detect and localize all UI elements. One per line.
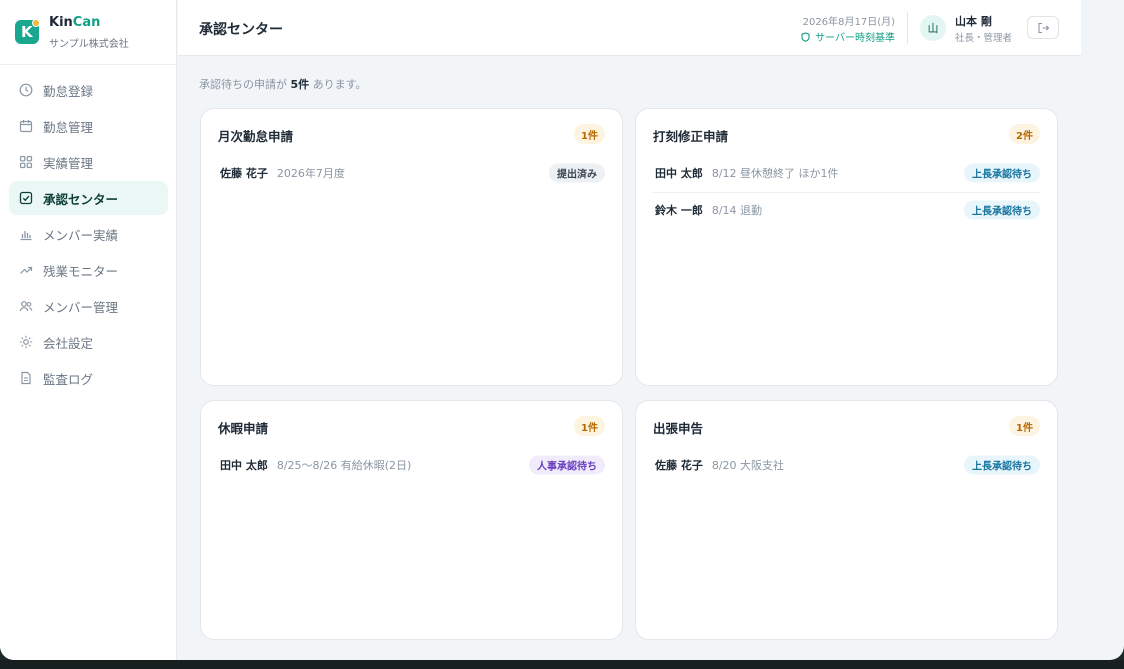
users-icon — [19, 299, 33, 313]
status-badge: 上長承認待ち — [964, 163, 1040, 182]
sidebar-item-approval-center[interactable]: 承認センター — [9, 181, 168, 215]
trend-up-icon — [19, 263, 33, 277]
top-header: 承認センター 2026年8月17日(月) サーバー時刻基準 山 山本 剛 社長・… — [178, 0, 1081, 56]
sidebar-item-audit-log[interactable]: 監査ログ — [9, 361, 168, 395]
summary-count: 5件 — [290, 78, 310, 91]
request-row[interactable]: 田中 太郎 8/25〜8/26 有給休暇(2日) 人事承認待ち — [218, 451, 605, 478]
sidebar-item-attendance-entry[interactable]: 勤怠登録 — [9, 73, 168, 107]
sidebar-item-label: 勤怠登録 — [43, 83, 94, 99]
sidebar-item-label: 会社設定 — [43, 335, 94, 351]
app-name-part2: Can — [72, 15, 101, 30]
check-square-icon — [19, 191, 33, 205]
status-badge: 提出済み — [549, 163, 605, 182]
sidebar-item-company-settings[interactable]: 会社設定 — [9, 325, 168, 359]
card-leave-request: 休暇申請 1件 田中 太郎 8/25〜8/26 有給休暇(2日) 人事承認待ち — [200, 400, 623, 640]
applicant-name: 佐藤 花子 — [220, 166, 268, 180]
count-badge: 1件 — [574, 416, 605, 436]
bar-chart-icon — [19, 227, 33, 241]
sidebar-item-overtime-monitor[interactable]: 残業モニター — [9, 253, 168, 287]
header-divider — [907, 12, 908, 44]
logo-letter: K — [21, 23, 33, 41]
sidebar-item-label: メンバー実績 — [43, 227, 119, 243]
company-name: サンプル株式会社 — [49, 39, 129, 50]
pending-summary: 承認待ちの申請が 5件 あります。 — [199, 76, 367, 92]
calendar-icon — [19, 119, 33, 133]
sidebar-item-member-management[interactable]: メンバー管理 — [9, 289, 168, 323]
count-badge: 1件 — [574, 124, 605, 144]
request-row[interactable]: 鈴木 一郎 8/14 退勤 上長承認待ち — [653, 192, 1040, 223]
request-row[interactable]: 田中 太郎 8/12 昼休憩終了 ほか1件 上長承認待ち — [653, 159, 1040, 186]
logo-dot — [32, 19, 40, 27]
summary-suffix: あります。 — [312, 78, 367, 91]
request-list: 佐藤 花子 2026年7月度 提出済み — [218, 159, 605, 186]
request-detail: 8/14 退勤 — [711, 204, 763, 217]
status-badge: 上長承認待ち — [964, 200, 1040, 220]
clock-icon — [19, 83, 33, 97]
request-list: 田中 太郎 8/25〜8/26 有給休暇(2日) 人事承認待ち — [218, 451, 605, 478]
count-badge: 1件 — [1009, 416, 1040, 436]
grid-icon — [19, 155, 33, 169]
logout-icon — [1037, 22, 1049, 33]
shield-icon — [801, 31, 810, 42]
sidebar-item-member-performance[interactable]: メンバー実績 — [9, 217, 168, 251]
card-monthly-attendance: 月次勤怠申請 1件 佐藤 花子 2026年7月度 提出済み — [200, 108, 623, 386]
desktop-background — [0, 660, 1124, 669]
user-name: 山本 剛 — [955, 15, 992, 28]
server-time-label: サーバー時刻基準 — [801, 29, 895, 44]
card-title: 月次勤怠申請 — [218, 129, 294, 144]
request-detail: 8/25〜8/26 有給休暇(2日) — [276, 458, 412, 472]
brand-header: K KinCan サンプル株式会社 — [0, 0, 176, 65]
sidebar-item-performance[interactable]: 実績管理 — [9, 145, 168, 179]
count-badge: 2件 — [1009, 124, 1040, 144]
applicant-name: 田中 太郎 — [220, 458, 268, 472]
sidebar: K KinCan サンプル株式会社 勤怠登録 勤怠管理 実績管理 承認センター — [0, 0, 177, 660]
card-business-trip: 出張申告 1件 佐藤 花子 8/20 大阪支社 上長承認待ち — [635, 400, 1058, 640]
request-detail: 2026年7月度 — [276, 166, 345, 180]
request-list: 佐藤 花子 8/20 大阪支社 上長承認待ち — [653, 451, 1040, 478]
kincan-logo-icon[interactable]: K — [15, 19, 40, 44]
app-window: K KinCan サンプル株式会社 勤怠登録 勤怠管理 実績管理 承認センター — [0, 0, 1124, 660]
sidebar-item-label: 残業モニター — [43, 263, 119, 279]
summary-prefix: 承認待ちの申請が — [199, 78, 287, 91]
status-badge: 人事承認待ち — [529, 455, 605, 474]
request-row[interactable]: 佐藤 花子 8/20 大阪支社 上長承認待ち — [653, 451, 1040, 478]
request-list: 田中 太郎 8/12 昼休憩終了 ほか1件 上長承認待ち 鈴木 一郎 8/14 … — [653, 159, 1040, 223]
applicant-name: 佐藤 花子 — [655, 458, 703, 472]
applicant-name: 田中 太郎 — [655, 166, 703, 180]
card-title: 打刻修正申請 — [653, 129, 729, 144]
sidebar-item-label: 承認センター — [43, 191, 119, 207]
sidebar-item-label: 監査ログ — [43, 371, 94, 387]
avatar[interactable]: 山 — [920, 15, 946, 41]
card-title: 休暇申請 — [218, 421, 269, 436]
card-title: 出張申告 — [653, 421, 704, 436]
request-row[interactable]: 佐藤 花子 2026年7月度 提出済み — [218, 159, 605, 186]
request-detail: 8/20 大阪支社 — [711, 458, 785, 472]
card-punch-correction: 打刻修正申請 2件 田中 太郎 8/12 昼休憩終了 ほか1件 上長承認待ち 鈴… — [635, 108, 1058, 386]
server-time-text: サーバー時刻基準 — [815, 33, 895, 44]
user-role: 社長・管理者 — [955, 33, 1013, 44]
sun-gear-icon — [19, 335, 33, 349]
document-icon — [19, 371, 33, 385]
request-detail: 8/12 昼休憩終了 ほか1件 — [711, 166, 839, 180]
sidebar-item-label: 実績管理 — [43, 155, 94, 171]
current-date: 2026年8月17日(月) — [802, 17, 895, 28]
sidebar-item-attendance-management[interactable]: 勤怠管理 — [9, 109, 168, 143]
sidebar-nav: 勤怠登録 勤怠管理 実績管理 承認センター メンバー実績 残業モニター メンバー… — [0, 73, 177, 397]
app-name-part1: Kin — [49, 15, 73, 30]
page-title: 承認センター — [199, 22, 283, 38]
app-name: KinCan — [49, 15, 100, 30]
applicant-name: 鈴木 一郎 — [655, 204, 703, 217]
status-badge: 上長承認待ち — [964, 455, 1040, 474]
sidebar-item-label: メンバー管理 — [43, 299, 119, 315]
sidebar-item-label: 勤怠管理 — [43, 119, 94, 135]
logout-button[interactable] — [1027, 16, 1059, 39]
